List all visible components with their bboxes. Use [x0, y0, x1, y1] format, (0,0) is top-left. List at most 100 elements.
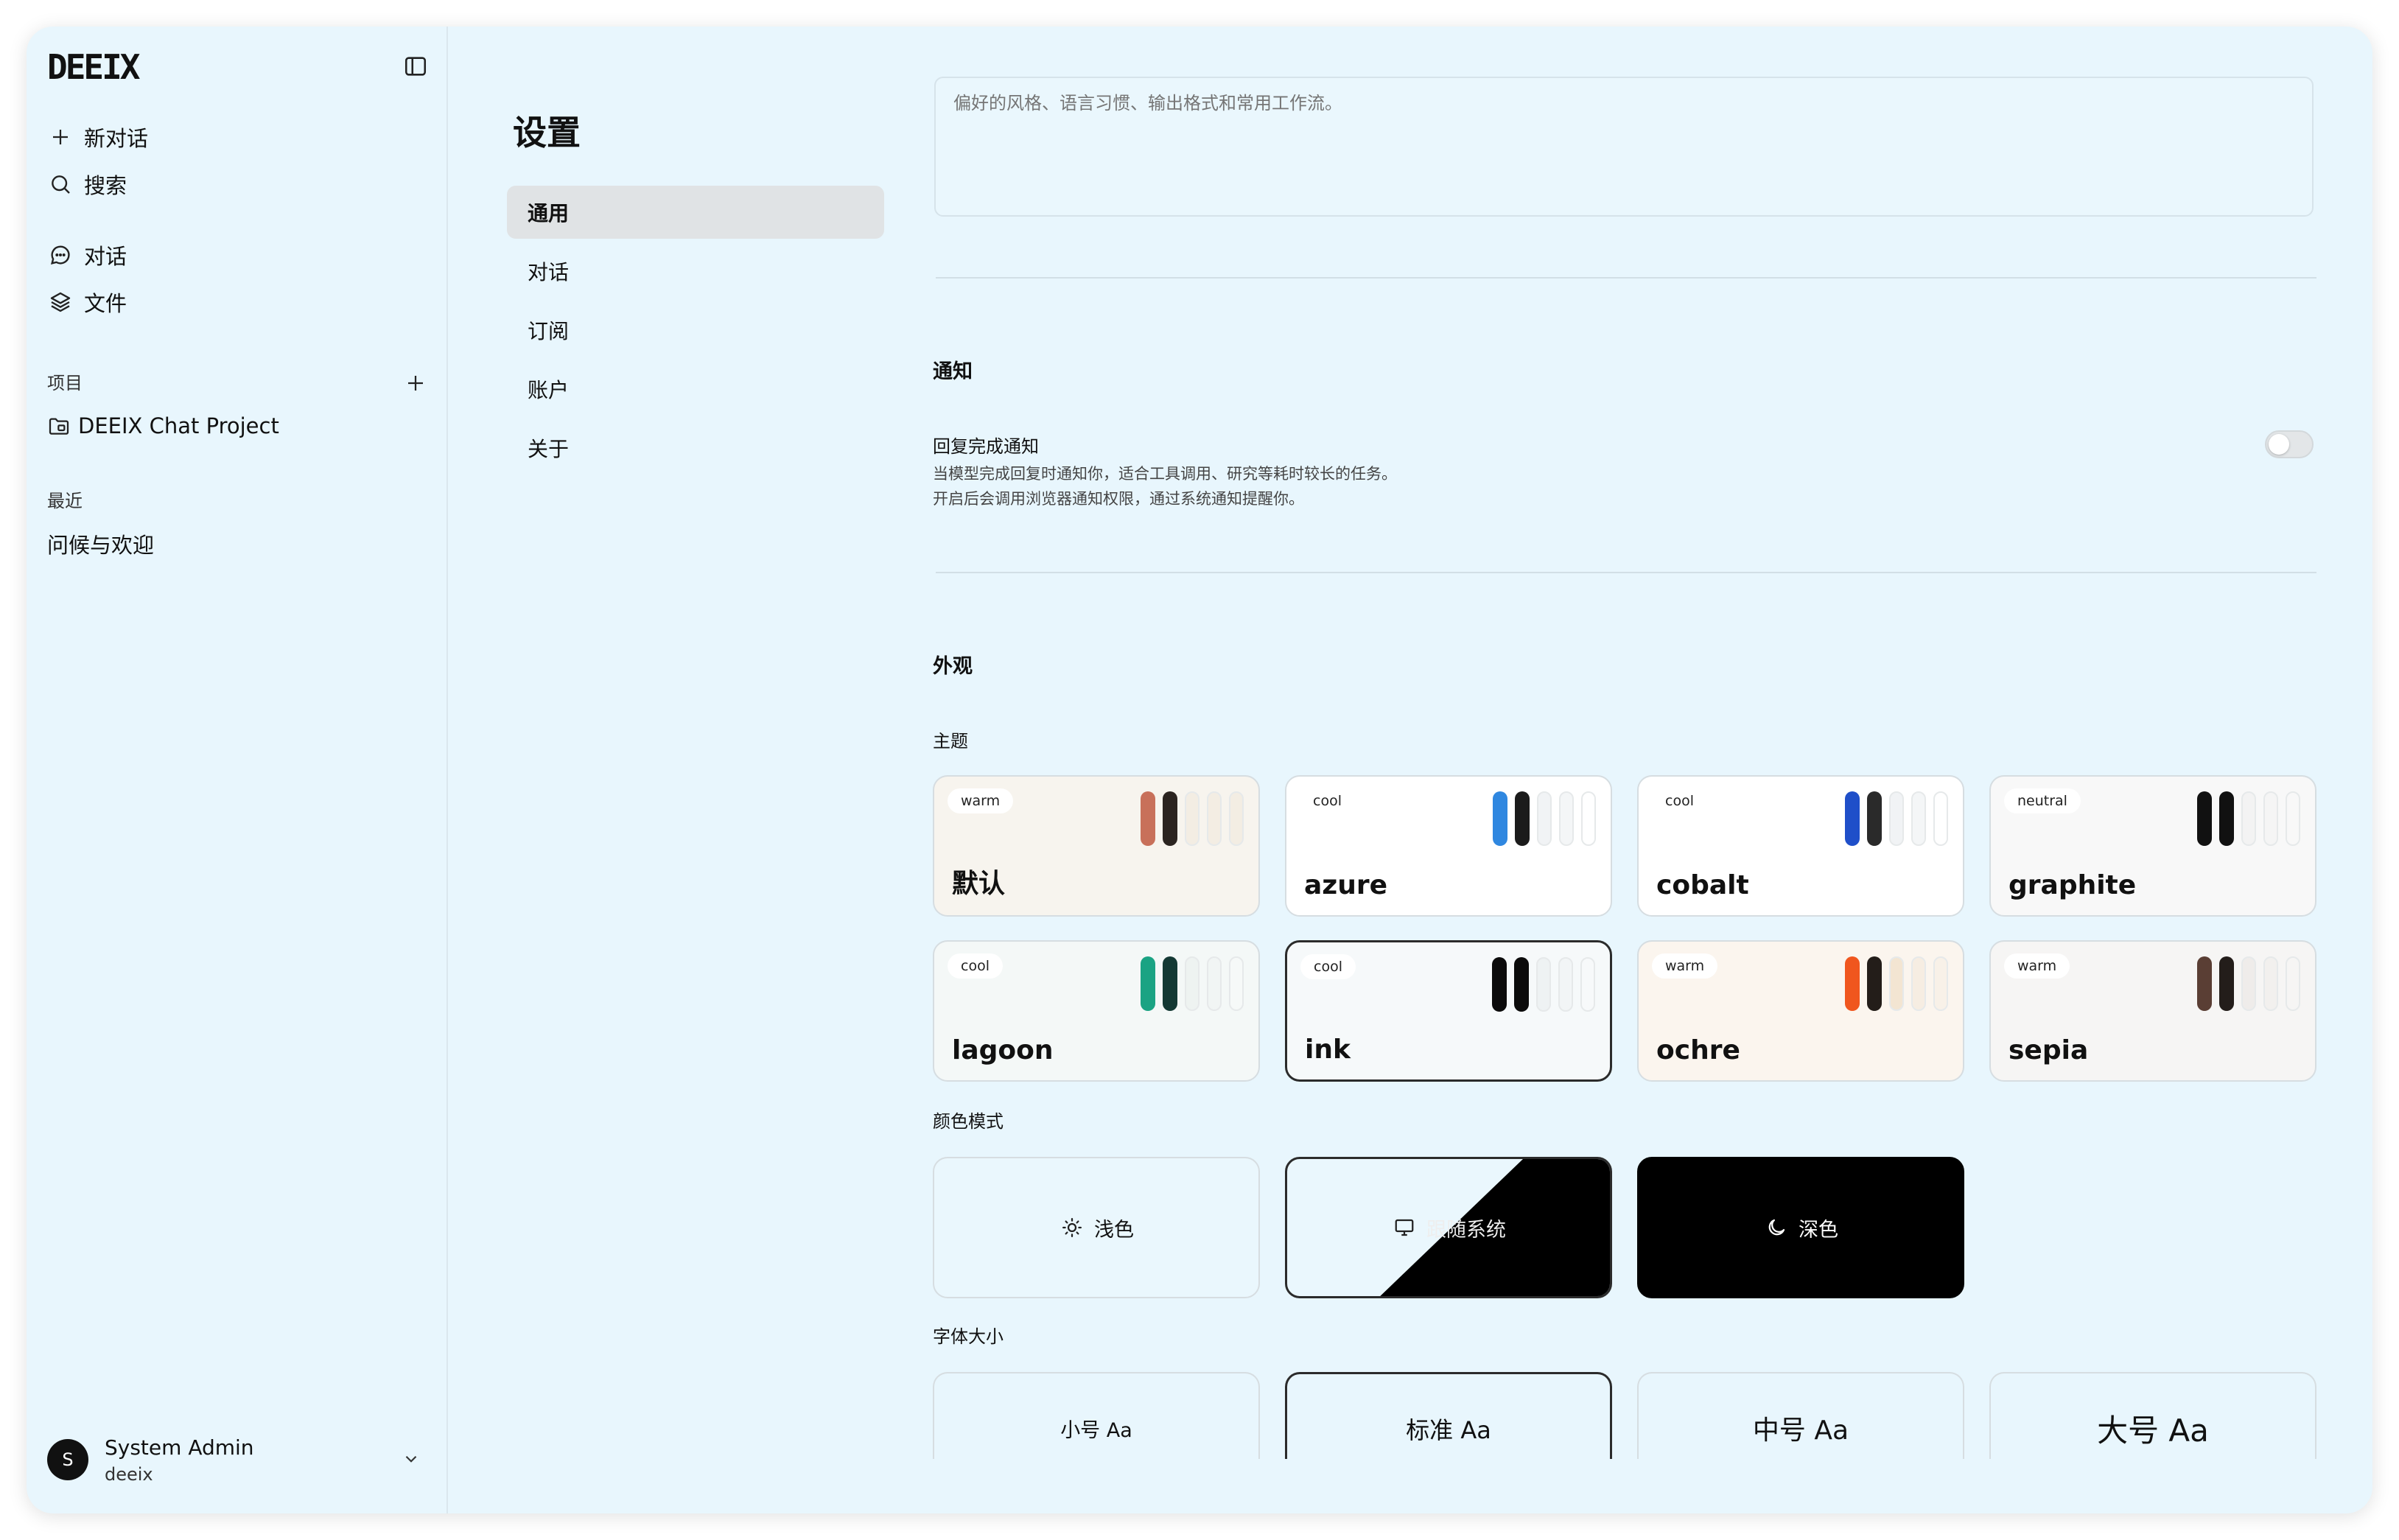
- settings-tab-general[interactable]: 通用: [507, 186, 884, 239]
- theme-swatch: [1163, 791, 1177, 846]
- theme-swatch: [1933, 791, 1948, 846]
- chats-label: 对话: [84, 244, 127, 269]
- new-chat-button[interactable]: 新对话: [44, 116, 148, 158]
- reply-notification-desc-1: 当模型完成回复时通知你，适合工具调用、研究等耗时较长的任务。: [933, 465, 1397, 483]
- theme-card-2[interactable]: cool cobalt: [1637, 775, 1964, 917]
- theme-swatches: [1133, 956, 1244, 1011]
- theme-swatch: [1163, 956, 1177, 1011]
- color-mode-light[interactable]: 浅色: [933, 1157, 1260, 1298]
- theme-swatch: [1911, 956, 1926, 1011]
- sidebar-toggle-icon[interactable]: [395, 46, 436, 87]
- settings-tab-label: 对话: [528, 260, 570, 284]
- theme-swatch: [2263, 791, 2278, 846]
- theme-swatches: [1133, 791, 1244, 846]
- theme-card-5[interactable]: cool ink: [1285, 940, 1612, 1082]
- theme-name: azure: [1304, 870, 1388, 900]
- theme-card-0[interactable]: warm 默认: [933, 775, 1260, 917]
- search-button[interactable]: 搜索: [44, 164, 127, 205]
- sun-icon: [1059, 1214, 1085, 1241]
- theme-swatch: [1229, 956, 1244, 1011]
- settings-tab-about[interactable]: 关于: [507, 421, 884, 475]
- layers-icon: [44, 286, 77, 318]
- reply-notification-toggle[interactable]: [2265, 430, 2314, 458]
- theme-swatches: [1838, 956, 1948, 1011]
- theme-swatch: [2197, 956, 2212, 1011]
- theme-tone-badge: cool: [948, 953, 1003, 979]
- font-size-option-label: 标准 Aa: [1406, 1415, 1491, 1444]
- font-size-large[interactable]: 大号 Aa: [1989, 1372, 2316, 1459]
- preferences-textarea[interactable]: [934, 77, 2314, 217]
- reply-notification-label: 回复完成通知: [933, 436, 1039, 457]
- theme-swatches: [1838, 791, 1948, 846]
- chevron-down-icon[interactable]: [395, 1443, 427, 1475]
- settings-tab-label: 关于: [528, 437, 570, 461]
- settings-tab-chat[interactable]: 对话: [507, 245, 884, 298]
- theme-name: cobalt: [1656, 870, 1749, 900]
- theme-label: 主题: [933, 731, 968, 752]
- theme-swatch: [1229, 791, 1244, 846]
- search-label: 搜索: [84, 173, 127, 198]
- theme-swatch: [1581, 791, 1596, 846]
- files-label: 文件: [84, 291, 127, 316]
- projects-label: 项目: [47, 373, 83, 393]
- theme-name: 默认: [952, 869, 1006, 899]
- divider: [936, 277, 2316, 279]
- theme-swatch: [2197, 791, 2212, 846]
- theme-swatch: [2241, 791, 2256, 846]
- theme-swatch: [1889, 956, 1904, 1011]
- theme-swatch: [2286, 791, 2300, 846]
- font-size-option-label: 大号 Aa: [2097, 1412, 2209, 1449]
- color-mode-label: 颜色模式: [933, 1111, 1004, 1132]
- color-mode-system[interactable]: 跟随系统: [1285, 1157, 1612, 1298]
- theme-swatch: [2286, 956, 2300, 1011]
- font-size-medium[interactable]: 中号 Aa: [1637, 1372, 1964, 1459]
- project-item[interactable]: DEEIX Chat Project: [43, 405, 279, 447]
- theme-swatch: [1867, 956, 1882, 1011]
- theme-swatch: [1537, 791, 1552, 846]
- moon-icon: [1763, 1214, 1790, 1241]
- theme-swatch: [1911, 791, 1926, 846]
- recent-chat-item[interactable]: 问候与欢迎: [47, 523, 154, 564]
- settings-tab-subscription[interactable]: 订阅: [507, 304, 884, 357]
- new-chat-label: 新对话: [84, 126, 149, 151]
- files-nav-item[interactable]: 文件: [44, 281, 127, 323]
- font-size-option-label: 中号 Aa: [1752, 1415, 1849, 1446]
- font-size-standard[interactable]: 标准 Aa: [1285, 1372, 1612, 1459]
- settings-tab-label: 订阅: [528, 319, 570, 343]
- recent-chat-title: 问候与欢迎: [47, 533, 155, 558]
- theme-swatch: [1515, 791, 1530, 846]
- theme-swatch: [2241, 956, 2256, 1011]
- search-icon: [44, 168, 77, 200]
- color-mode-dark[interactable]: 深色: [1637, 1157, 1964, 1298]
- theme-name: lagoon: [952, 1035, 1054, 1065]
- add-project-icon[interactable]: [395, 363, 436, 404]
- chat-bubble-icon: [44, 239, 77, 271]
- user-handle: deeix: [105, 1463, 153, 1485]
- theme-card-4[interactable]: cool lagoon: [933, 940, 1260, 1082]
- theme-swatch: [1207, 791, 1222, 846]
- theme-swatch: [1559, 791, 1574, 846]
- settings-tab-label: 通用: [528, 201, 570, 225]
- theme-name: ink: [1305, 1035, 1351, 1065]
- chats-nav-item[interactable]: 对话: [44, 234, 127, 276]
- font-size-small[interactable]: 小号 Aa: [933, 1372, 1260, 1459]
- user-name: System Admin: [105, 1435, 254, 1460]
- theme-swatch: [1580, 957, 1595, 1012]
- theme-swatch: [1207, 956, 1222, 1011]
- logo[interactable]: DEEIX: [47, 41, 140, 93]
- theme-card-6[interactable]: warm ochre: [1637, 940, 1964, 1082]
- theme-swatch: [1492, 957, 1507, 1012]
- theme-card-1[interactable]: cool azure: [1285, 775, 1612, 917]
- theme-swatch: [1889, 791, 1904, 846]
- theme-card-7[interactable]: warm sepia: [1989, 940, 2316, 1082]
- theme-swatch: [2263, 956, 2278, 1011]
- divider: [936, 572, 2316, 573]
- theme-swatch: [2219, 956, 2234, 1011]
- settings-tab-account[interactable]: 账户: [507, 363, 884, 416]
- theme-swatch: [1867, 791, 1882, 846]
- theme-tone-badge: warm: [948, 788, 1014, 813]
- user-menu[interactable]: S System Admin deeix: [44, 1427, 435, 1493]
- theme-tone-badge: cool: [1300, 788, 1355, 813]
- theme-card-3[interactable]: neutral graphite: [1989, 775, 2316, 917]
- reply-notification-desc-2: 开启后会调用浏览器通知权限，通过系统通知提醒你。: [933, 490, 1304, 508]
